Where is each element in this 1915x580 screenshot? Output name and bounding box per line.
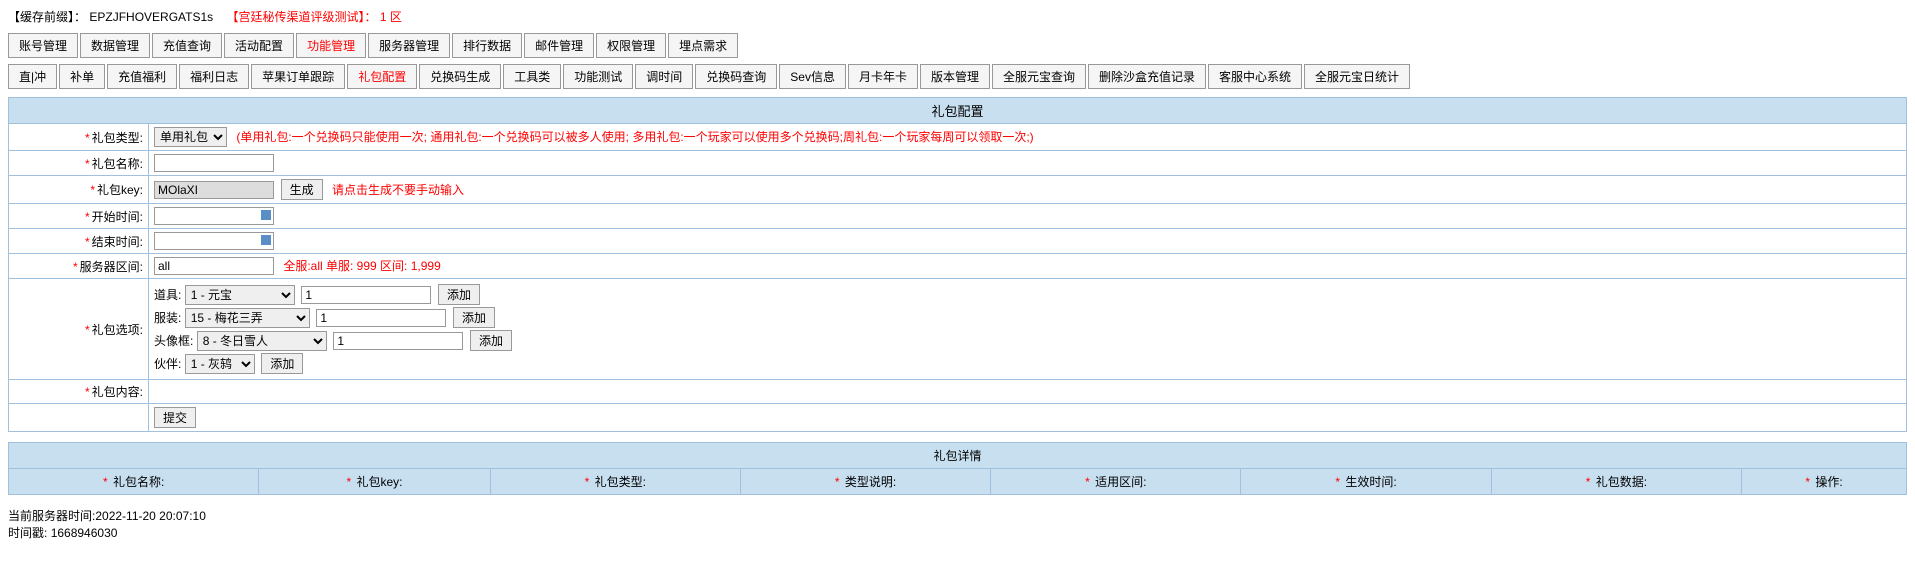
detail-title: 礼包详情 [9, 443, 1907, 469]
partner-row: 伙伴: 1 - 灰鸫 添加 [154, 353, 1901, 374]
detail-column: * 礼包key: [259, 469, 490, 495]
section-title: 礼包配置 [9, 98, 1907, 124]
sub-tab[interactable]: Sev信息 [779, 64, 846, 89]
main-tabs: 账号管理数据管理充值查询活动配置功能管理服务器管理排行数据邮件管理权限管理埋点需… [8, 33, 1907, 58]
add-cloth-button[interactable]: 添加 [453, 307, 495, 328]
detail-column: * 礼包数据: [1491, 469, 1741, 495]
main-tab[interactable]: 账号管理 [8, 33, 78, 58]
sub-tab[interactable]: 补单 [59, 64, 105, 89]
sub-tab[interactable]: 调时间 [635, 64, 693, 89]
zone-hint: 全服:all 单服: 999 区间: 1,999 [283, 259, 440, 273]
main-tab[interactable]: 数据管理 [80, 33, 150, 58]
sub-tab[interactable]: 功能测试 [563, 64, 633, 89]
end-label: *结束时间: [9, 229, 149, 254]
main-tab[interactable]: 活动配置 [224, 33, 294, 58]
cloth-qty[interactable] [316, 309, 446, 327]
cloth-row: 服装: 15 - 梅花三弄 添加 [154, 307, 1901, 328]
frame-qty[interactable] [333, 332, 463, 350]
detail-column: * 礼包名称: [9, 469, 259, 495]
detail-column: * 操作: [1742, 469, 1907, 495]
content-label: *礼包内容: [9, 380, 149, 404]
name-label: *礼包名称: [9, 151, 149, 176]
sub-tab[interactable]: 删除沙盒充值记录 [1088, 64, 1206, 89]
key-input[interactable] [154, 181, 274, 199]
content-cell [149, 380, 1907, 404]
sub-tab[interactable]: 礼包配置 [347, 64, 417, 89]
sub-tab[interactable]: 苹果订单跟踪 [251, 64, 345, 89]
key-label: *礼包key: [9, 176, 149, 204]
start-input[interactable] [154, 207, 274, 225]
main-tab[interactable]: 邮件管理 [524, 33, 594, 58]
item-select[interactable]: 1 - 元宝 [185, 285, 295, 305]
config-form-table: 礼包配置 *礼包类型: 单用礼包 (单用礼包:一个兑换码只能使用一次; 通用礼包… [8, 97, 1907, 432]
sub-tab[interactable]: 版本管理 [920, 64, 990, 89]
sub-tab[interactable]: 兑换码查询 [695, 64, 777, 89]
end-input[interactable] [154, 232, 274, 250]
frame-row: 头像框: 8 - 冬日雪人 添加 [154, 330, 1901, 351]
sub-tab[interactable]: 全服元宝日统计 [1304, 64, 1410, 89]
main-tab[interactable]: 功能管理 [296, 33, 366, 58]
type-select[interactable]: 单用礼包 [154, 127, 227, 147]
options-label: *礼包选项: [9, 279, 149, 380]
main-tab[interactable]: 埋点需求 [668, 33, 738, 58]
server-label: 【宫廷秘传渠道评级测试】： [227, 10, 377, 24]
partner-select[interactable]: 1 - 灰鸫 [185, 354, 255, 374]
sub-tab[interactable]: 充值福利 [107, 64, 177, 89]
main-tab[interactable]: 充值查询 [152, 33, 222, 58]
detail-table: 礼包详情 * 礼包名称:* 礼包key:* 礼包类型:* 类型说明:* 适用区间… [8, 442, 1907, 495]
header-line: 【缓存前缀】： EPZJFHOVERGATS1s 【宫廷秘传渠道评级测试】： 1… [8, 8, 1907, 25]
detail-column: * 生效时间: [1241, 469, 1491, 495]
sub-tabs: 直|冲补单充值福利福利日志苹果订单跟踪礼包配置兑换码生成工具类功能测试调时间兑换… [8, 64, 1907, 89]
frame-select[interactable]: 8 - 冬日雪人 [197, 331, 327, 351]
sub-tab[interactable]: 直|冲 [8, 64, 57, 89]
add-partner-button[interactable]: 添加 [261, 353, 303, 374]
sub-tab[interactable]: 兑换码生成 [419, 64, 501, 89]
main-tab[interactable]: 权限管理 [596, 33, 666, 58]
zone-input[interactable] [154, 257, 274, 275]
add-item-button[interactable]: 添加 [438, 284, 480, 305]
main-tab[interactable]: 排行数据 [452, 33, 522, 58]
sub-tab[interactable]: 客服中心系统 [1208, 64, 1302, 89]
detail-column: * 类型说明: [740, 469, 990, 495]
calendar-icon[interactable] [261, 235, 271, 245]
cache-prefix-label: 【缓存前缀】： [8, 10, 86, 24]
calendar-icon[interactable] [261, 210, 271, 220]
name-input[interactable] [154, 154, 274, 172]
sub-tab[interactable]: 全服元宝查询 [992, 64, 1086, 89]
type-hint: (单用礼包:一个兑换码只能使用一次; 通用礼包:一个兑换码可以被多人使用; 多用… [236, 130, 1033, 144]
item-qty[interactable] [301, 286, 431, 304]
main-tab[interactable]: 服务器管理 [368, 33, 450, 58]
item-row: 道具: 1 - 元宝 添加 [154, 284, 1901, 305]
footer: 当前服务器时间:2022-11-20 20:07:10 时间戳: 1668946… [8, 507, 1907, 541]
key-hint: 请点击生成不要手动输入 [332, 183, 464, 197]
cloth-select[interactable]: 15 - 梅花三弄 [185, 308, 310, 328]
add-frame-button[interactable]: 添加 [470, 330, 512, 351]
sub-tab[interactable]: 工具类 [503, 64, 561, 89]
server-value: 1 区 [380, 10, 402, 24]
generate-button[interactable]: 生成 [281, 179, 323, 200]
sub-tab[interactable]: 福利日志 [179, 64, 249, 89]
zone-label: *服务器区间: [9, 254, 149, 279]
type-label: *礼包类型: [9, 124, 149, 151]
start-label: *开始时间: [9, 204, 149, 229]
detail-column: * 礼包类型: [490, 469, 740, 495]
sub-tab[interactable]: 月卡年卡 [848, 64, 918, 89]
detail-column: * 适用区间: [991, 469, 1241, 495]
cache-prefix-value: EPZJFHOVERGATS1s [89, 10, 213, 24]
submit-button[interactable]: 提交 [154, 407, 196, 428]
